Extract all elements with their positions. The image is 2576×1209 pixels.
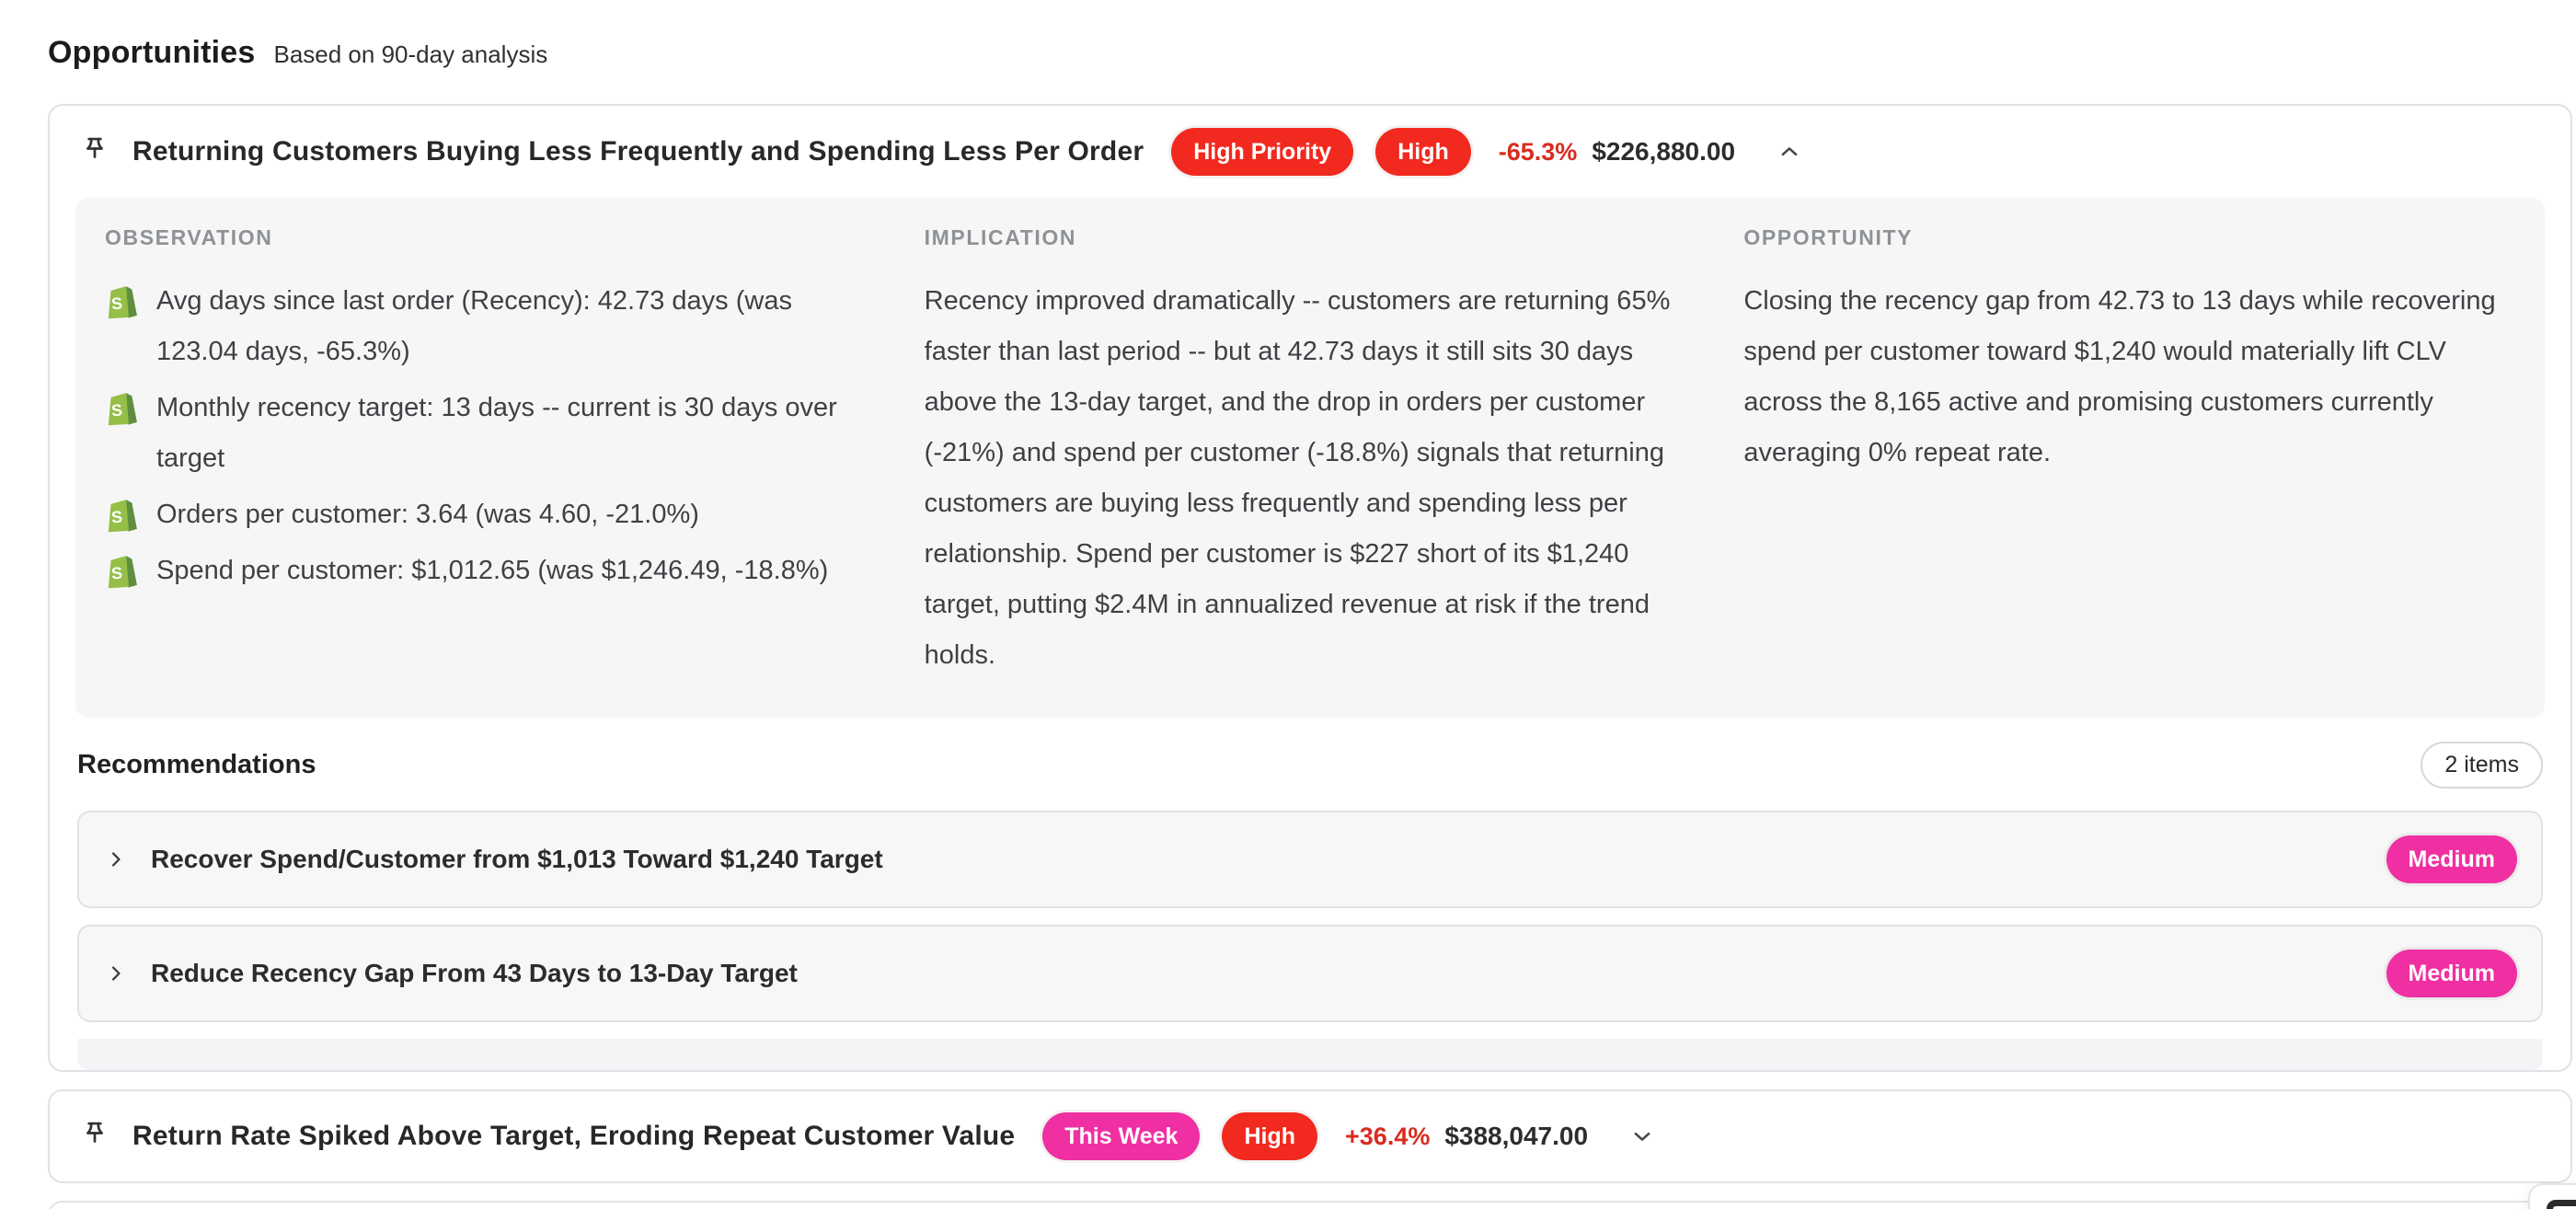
opportunity-text: Closing the recency gap from 42.73 to 13… — [1743, 276, 2515, 478]
widget-icon — [2547, 1200, 2576, 1209]
recommendation-title: Recover Spend/Customer from $1,013 Towar… — [151, 845, 883, 874]
recommendations-list-overflow — [77, 1039, 2543, 1070]
recommendations-heading: Recommendations — [77, 750, 316, 780]
svg-text:S: S — [110, 294, 122, 314]
observation-label: OBSERVATION — [105, 225, 877, 250]
opportunity-card-2: Return Rate Spiked Above Target, Eroding… — [48, 1089, 2572, 1183]
pin-icon[interactable] — [77, 134, 112, 169]
shopify-icon: S — [105, 284, 140, 319]
observation-item: S Orders per customer: 3.64 (was 4.60, -… — [105, 489, 877, 540]
chevron-right-icon[interactable] — [103, 961, 129, 986]
impact-value: $226,880.00 — [1592, 137, 1735, 167]
recommendation-row-left: Recover Spend/Customer from $1,013 Towar… — [103, 845, 883, 874]
observation-item: S Spend per customer: $1,012.65 (was $1,… — [105, 546, 877, 596]
opportunity-column: OPPORTUNITY Closing the recency gap from… — [1743, 225, 2515, 681]
chevron-right-icon[interactable] — [103, 846, 129, 872]
recommendations-section: Recommendations 2 items Recover Spend/Cu… — [50, 742, 2570, 1070]
recommendation-title: Reduce Recency Gap From 43 Days to 13-Da… — [151, 959, 798, 988]
opportunity-title: Returning Customers Buying Less Frequent… — [132, 136, 1144, 167]
opportunity-card-3: Purchase Frequency Dropped 21% — Repeat … — [48, 1201, 2572, 1209]
svg-text:S: S — [110, 401, 122, 420]
opportunity-card-3-header[interactable]: Purchase Frequency Dropped 21% — Repeat … — [50, 1203, 2570, 1209]
opportunities-page: Opportunities Based on 90-day analysis R… — [0, 0, 2576, 1209]
svg-text:S: S — [110, 508, 122, 527]
recommendation-row[interactable]: Recover Spend/Customer from $1,013 Towar… — [77, 811, 2543, 908]
impact-value: $388,047.00 — [1444, 1122, 1588, 1151]
severity-badge: High — [1375, 128, 1471, 176]
priority-badge: High Priority — [1171, 128, 1353, 176]
svg-text:S: S — [110, 564, 122, 583]
timeframe-badge: This Week — [1042, 1112, 1200, 1160]
chevron-down-icon[interactable] — [1627, 1121, 1658, 1152]
implication-text: Recency improved dramatically -- custome… — [925, 276, 1696, 681]
pin-icon[interactable] — [77, 1119, 112, 1154]
opportunity-label: OPPORTUNITY — [1743, 225, 2515, 250]
recommendation-row-left: Reduce Recency Gap From 43 Days to 13-Da… — [103, 959, 798, 988]
analysis-panel: OBSERVATION S Avg days since last order … — [75, 198, 2545, 718]
opportunity-card-2-header[interactable]: Return Rate Spiked Above Target, Eroding… — [50, 1091, 2570, 1181]
observation-item: S Avg days since last order (Recency): 4… — [105, 276, 877, 377]
page-header: Opportunities Based on 90-day analysis — [48, 35, 2576, 71]
shopify-icon: S — [105, 391, 140, 426]
recommendation-row[interactable]: Reduce Recency Gap From 43 Days to 13-Da… — [77, 925, 2543, 1022]
severity-badge: High — [1222, 1112, 1317, 1160]
implication-label: IMPLICATION — [925, 225, 1696, 250]
opportunity-title: Return Rate Spiked Above Target, Eroding… — [132, 1121, 1015, 1152]
chevron-up-icon[interactable] — [1774, 136, 1805, 167]
effort-badge: Medium — [2386, 950, 2517, 997]
opportunity-card-1: Returning Customers Buying Less Frequent… — [48, 104, 2572, 1072]
opportunity-card-1-header[interactable]: Returning Customers Buying Less Frequent… — [50, 106, 2570, 198]
floating-widget-button[interactable] — [2528, 1183, 2576, 1209]
delta-percent: -65.3% — [1499, 138, 1578, 167]
implication-column: IMPLICATION Recency improved dramaticall… — [925, 225, 1696, 681]
recommendations-count-badge: 2 items — [2421, 742, 2543, 789]
shopify-icon: S — [105, 554, 140, 589]
effort-badge: Medium — [2386, 835, 2517, 883]
observation-item: S Monthly recency target: 13 days -- cur… — [105, 383, 877, 484]
observation-column: OBSERVATION S Avg days since last order … — [105, 225, 877, 681]
recommendations-header: Recommendations 2 items — [77, 742, 2543, 789]
page-subtitle: Based on 90-day analysis — [273, 40, 547, 69]
shopify-icon: S — [105, 498, 140, 533]
delta-percent: +36.4% — [1345, 1123, 1430, 1151]
page-title: Opportunities — [48, 35, 255, 71]
